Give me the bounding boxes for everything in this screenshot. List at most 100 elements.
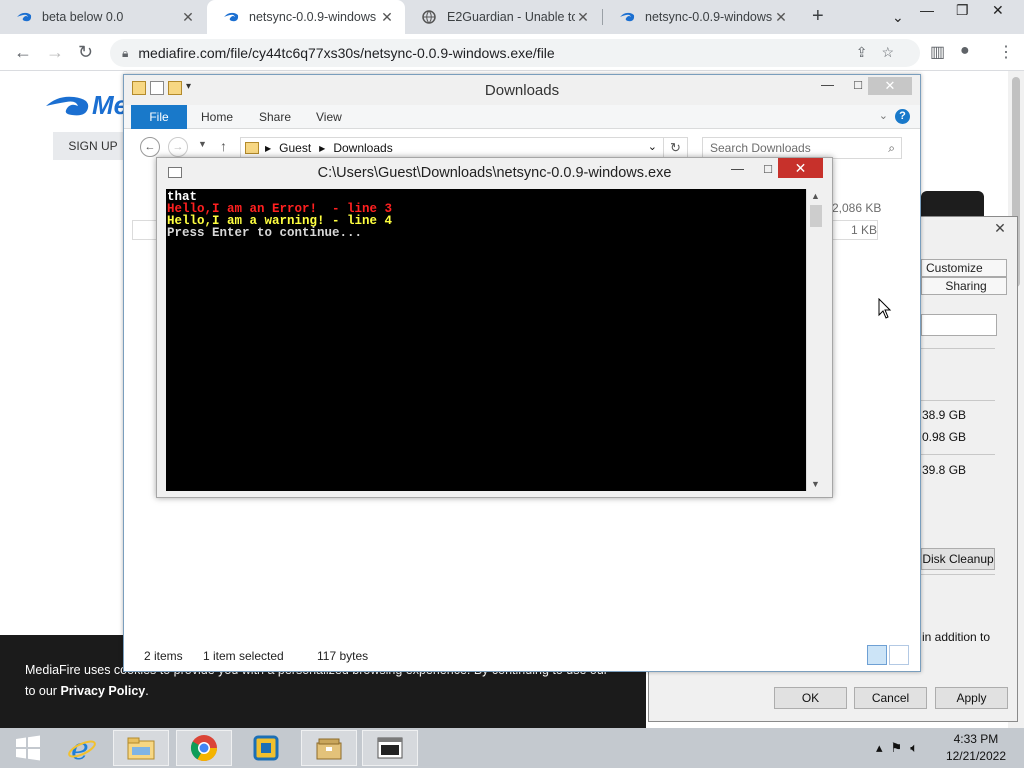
capacity-value: 39.8 GB <box>922 463 967 477</box>
console-scrollbar[interactable]: ▲ ▼ <box>806 189 824 491</box>
browser-tab[interactable]: netsync-0.0.9-windows ✕ <box>603 0 799 34</box>
free-space-value: 0.98 GB <box>922 430 967 444</box>
recent-locations-icon[interactable]: ▼ <box>198 139 207 149</box>
explorer-address-bar[interactable]: ▶ Guest ▶ Downloads ⌄ <box>240 137 664 159</box>
browser-tab[interactable]: beta below 0.0 ✕ <box>0 0 206 34</box>
close-icon[interactable]: ✕ <box>992 2 1004 19</box>
minimize-icon[interactable]: — <box>821 77 834 92</box>
apply-button[interactable]: Apply <box>935 687 1008 709</box>
divider <box>921 348 995 349</box>
console-app-icon[interactable] <box>362 730 418 766</box>
app-icon[interactable] <box>238 730 294 766</box>
privacy-policy-link[interactable]: Privacy Policy <box>60 684 145 698</box>
reload-icon[interactable]: ↻ <box>78 42 93 63</box>
share-icon[interactable]: ⇪☆ <box>856 44 908 61</box>
tab-customize[interactable]: Customize <box>921 259 1007 277</box>
selected-size: 117 bytes <box>317 649 369 663</box>
scroll-up-icon[interactable]: ▲ <box>807 191 824 201</box>
console-output[interactable]: that Hello,I am an Error! - line 3 Hello… <box>166 189 806 491</box>
help-icon[interactable]: ? <box>895 109 910 124</box>
menu-icon[interactable]: ⋮ <box>998 42 1014 62</box>
restore-icon[interactable]: ❐ <box>956 2 969 19</box>
scroll-down-icon[interactable]: ▼ <box>807 479 824 489</box>
signup-button[interactable]: SIGN UP <box>53 132 133 160</box>
chevron-down-icon[interactable]: ⌄ <box>648 140 657 153</box>
forward-icon[interactable]: → <box>46 42 64 63</box>
status-bar: 2 items 1 item selected 117 bytes <box>124 641 920 671</box>
clock-date: 12/21/2022 <box>945 749 1006 763</box>
taskbar: e ▴⚑🔈︎ 4:33 PM 12/21/2022 <box>0 728 1024 768</box>
close-icon[interactable]: ✕ <box>868 77 912 95</box>
show-hidden-icons-icon[interactable]: ▴ <box>876 740 891 755</box>
disk-cleanup-button[interactable]: Disk Cleanup <box>921 548 995 570</box>
cookie-text-2: to our Privacy Policy. <box>25 684 149 698</box>
new-tab-button[interactable]: + <box>812 5 824 28</box>
tab-title: beta below 0.0 <box>42 10 124 24</box>
breadcrumb-downloads[interactable]: Downloads <box>333 141 392 155</box>
console-titlebar: C:\Users\Guest\Downloads\netsync-0.0.9-w… <box>157 158 832 189</box>
tab-search-icon[interactable]: ⌄ <box>892 9 904 26</box>
maximize-icon[interactable]: □ <box>854 77 862 92</box>
start-button[interactable] <box>0 730 56 766</box>
refresh-icon[interactable]: ↻ <box>664 137 688 159</box>
volume-icon[interactable]: 🔈︎ <box>910 740 926 755</box>
tab-title: netsync-0.0.9-windows <box>249 10 377 24</box>
close-icon[interactable]: ✕ <box>778 158 823 178</box>
maximize-icon[interactable]: □ <box>764 161 772 176</box>
up-icon[interactable]: ↑ <box>220 138 227 154</box>
mediafire-icon <box>16 9 32 25</box>
mediafire-logo[interactable]: Me <box>44 90 128 121</box>
tab-close-icon[interactable]: ✕ <box>773 9 789 26</box>
expand-ribbon-icon[interactable]: ⌄ <box>879 109 888 122</box>
tab-sharing[interactable]: Sharing <box>921 277 1007 295</box>
tab-close-icon[interactable]: ✕ <box>575 9 591 26</box>
file-explorer-icon[interactable] <box>113 730 169 766</box>
archive-icon[interactable] <box>301 730 357 766</box>
details-view-icon[interactable] <box>867 645 887 665</box>
notification-area[interactable]: ▴⚑🔈︎ <box>876 740 926 756</box>
tab-close-icon[interactable]: ✕ <box>379 9 395 26</box>
tab-file[interactable]: File <box>131 105 187 129</box>
mouse-cursor-icon <box>878 298 892 319</box>
explorer-title: Downloads <box>484 82 560 99</box>
url-text: mediafire.com/file/cy44tc6q77xs30s/netsy… <box>138 45 555 61</box>
file-size: 2,086 KB <box>832 201 882 215</box>
sidebar-icon[interactable]: ▥ <box>930 42 945 62</box>
file-size: 1 KB <box>851 223 878 237</box>
large-icons-view-icon[interactable] <box>889 645 909 665</box>
lock-icon: 🔒︎ <box>122 45 129 60</box>
back-icon[interactable]: ← <box>14 42 32 63</box>
browser-tab-active[interactable]: netsync-0.0.9-windows ✕ <box>207 0 405 34</box>
clock-time: 4:33 PM <box>953 732 999 746</box>
profile-icon[interactable]: ● <box>960 42 970 60</box>
drive-name-field[interactable] <box>921 314 997 336</box>
search-input[interactable]: Search Downloads ⌕ <box>702 137 902 159</box>
divider <box>921 400 995 401</box>
divider <box>921 574 995 575</box>
ribbon: File Home Share View ⌄ ? <box>124 105 920 129</box>
forward-icon[interactable]: → <box>168 137 188 157</box>
clock[interactable]: 4:33 PM 12/21/2022 <box>946 731 1006 765</box>
chrome-icon[interactable] <box>176 730 232 766</box>
chevron-right-icon[interactable]: ▶ <box>319 144 325 153</box>
minimize-icon[interactable]: — <box>731 161 744 176</box>
mediafire-icon <box>619 9 635 25</box>
back-icon[interactable]: ← <box>140 137 160 157</box>
chevron-right-icon[interactable]: ▶ <box>265 144 271 153</box>
tab-close-icon[interactable]: ✕ <box>180 9 196 26</box>
minimize-icon[interactable]: — <box>920 2 934 18</box>
browser-tab[interactable]: E2Guardian - Unable to l ✕ <box>405 0 601 34</box>
action-center-flag-icon[interactable]: ⚑ <box>891 740 911 755</box>
close-icon[interactable]: ✕ <box>987 220 1013 240</box>
tab-view[interactable]: View <box>316 105 342 129</box>
scrollbar-thumb[interactable] <box>810 205 822 227</box>
internet-explorer-icon[interactable]: e <box>54 730 110 766</box>
cancel-button[interactable]: Cancel <box>854 687 927 709</box>
address-bar[interactable]: 🔒︎ mediafire.com/file/cy44tc6q77xs30s/ne… <box>110 39 920 67</box>
breadcrumb-guest[interactable]: Guest <box>279 141 311 155</box>
tab-share[interactable]: Share <box>259 105 291 129</box>
mediafire-icon <box>223 9 239 25</box>
tab-home[interactable]: Home <box>201 105 233 129</box>
console-prompt-line: Press Enter to continue... <box>167 226 363 240</box>
ok-button[interactable]: OK <box>774 687 847 709</box>
